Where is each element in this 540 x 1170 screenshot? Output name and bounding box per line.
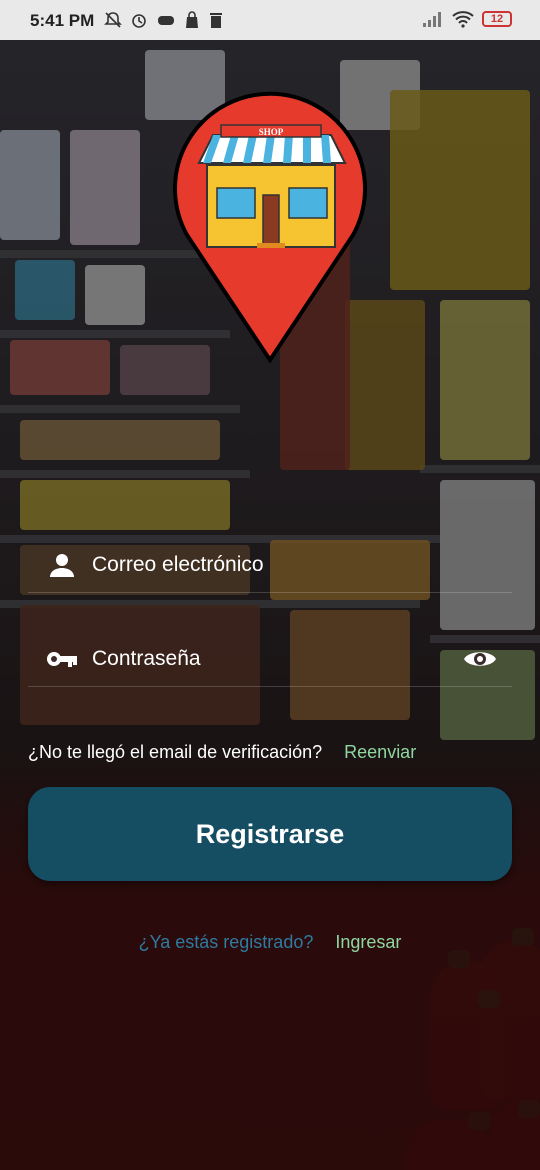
- signal-icon: [423, 12, 441, 27]
- resend-link[interactable]: Reenviar: [344, 742, 416, 762]
- status-bar: 5:41 PM 12: [0, 0, 540, 40]
- password-field-underline: [28, 686, 512, 687]
- login-link[interactable]: Ingresar: [335, 932, 401, 952]
- register-button[interactable]: Registrarse: [28, 787, 512, 881]
- email-field-underline: [28, 592, 512, 593]
- password-field-label: Contraseña: [92, 647, 201, 670]
- verification-row: ¿No te llegó el email de verificación? Re…: [28, 742, 512, 763]
- status-time: 5:41 PM: [30, 11, 95, 30]
- shopping-bag-icon: [186, 11, 198, 28]
- status-notification-icons: [104, 11, 224, 29]
- login-prompt-row: ¿Ya estás registrado? Ingresar: [0, 932, 540, 953]
- muted-bell-icon: [104, 12, 122, 28]
- trash-icon: [210, 13, 222, 28]
- wifi-icon: [452, 11, 474, 28]
- shop-location-logo: SHOP: [173, 91, 367, 364]
- key-icon: [42, 644, 82, 674]
- email-field[interactable]: Correo electrónico: [28, 537, 512, 593]
- shop-sign-text: SHOP: [259, 127, 284, 137]
- password-field[interactable]: Contraseña: [28, 631, 512, 687]
- verification-question: ¿No te llegó el email de verificación?: [28, 742, 323, 762]
- person-icon: [42, 550, 82, 580]
- email-field-label: Correo electrónico: [92, 553, 264, 576]
- alarm-icon: [132, 14, 146, 28]
- already-registered-text: ¿Ya estás registrado?: [138, 932, 314, 952]
- eye-icon[interactable]: [462, 645, 498, 673]
- game-controller-icon: [158, 16, 174, 25]
- status-system-icons: 12: [422, 10, 512, 28]
- battery-icon: 12: [482, 11, 512, 27]
